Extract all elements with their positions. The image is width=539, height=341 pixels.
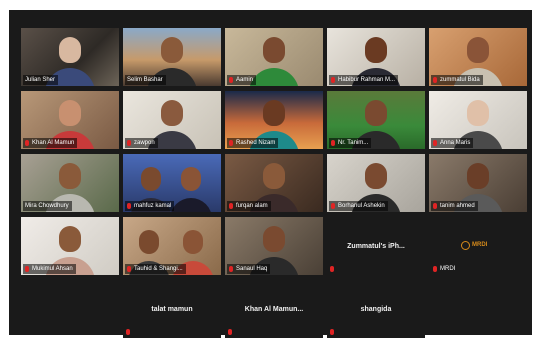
muted-mic-icon bbox=[433, 203, 437, 209]
participant-tile[interactable]: Nr. Tanim... bbox=[327, 91, 425, 149]
participant-tile-video-off[interactable]: talat mamun bbox=[123, 280, 221, 338]
muted-mic-icon bbox=[331, 77, 335, 83]
participant-tile-video-off[interactable]: Khan Al Mamun... bbox=[225, 280, 323, 338]
participant-name-label: MRDI bbox=[431, 264, 458, 274]
participant-name-label: Mukimul Ahsan bbox=[23, 264, 76, 274]
participant-tile[interactable]: Rashed Nizam bbox=[225, 91, 323, 149]
muted-mic-icon bbox=[330, 266, 334, 272]
participant-name-label: Aamin bbox=[227, 75, 257, 85]
muted-mic-icon bbox=[127, 203, 131, 209]
participant-tile[interactable]: tanim ahmed bbox=[429, 154, 527, 212]
participant-name-centered: talat mamun bbox=[151, 305, 193, 313]
muted-mic-icon bbox=[127, 266, 131, 272]
participant-tile[interactable]: zawpon bbox=[123, 91, 221, 149]
participant-tile[interactable]: Habibur Rahman M... bbox=[327, 28, 425, 86]
muted-mic-icon bbox=[330, 329, 334, 335]
participant-tile-video-off[interactable]: shangida bbox=[327, 280, 425, 338]
muted-mic-icon bbox=[331, 203, 335, 209]
muted-mic-icon bbox=[433, 77, 437, 83]
participant-name-label: zawpon bbox=[125, 138, 158, 148]
participant-name-centered: Khan Al Mamun... bbox=[244, 305, 304, 313]
participant-name-label: tanim ahmed bbox=[431, 201, 478, 211]
participant-name-label: Julian Sher bbox=[23, 75, 59, 85]
participant-name-label: furqan alam bbox=[227, 201, 271, 211]
participant-name-label: Anna Maris bbox=[431, 138, 474, 148]
participant-name-label: Khan Al Mamun bbox=[23, 138, 78, 148]
participant-name-centered: Zummatul's iPh... bbox=[347, 242, 405, 250]
muted-mic-icon bbox=[433, 140, 437, 146]
participant-tile[interactable]: Aamin bbox=[225, 28, 323, 86]
participant-tile-video-off[interactable]: MRDI MRDI bbox=[429, 217, 527, 275]
participant-tile[interactable]: Julian Sher bbox=[21, 28, 119, 86]
participant-tile[interactable]: Mira Chowdhury bbox=[21, 154, 119, 212]
participant-tile[interactable]: mahfuz kamal bbox=[123, 154, 221, 212]
participant-name-label: Selim Bashar bbox=[125, 75, 166, 85]
participant-name-label: Rashed Nizam bbox=[227, 138, 279, 148]
muted-mic-icon bbox=[229, 203, 233, 209]
participant-tile[interactable]: furqan alam bbox=[225, 154, 323, 212]
mrdi-logo: MRDI bbox=[461, 239, 495, 251]
participant-name-label: mahfuz kamal bbox=[125, 201, 175, 211]
participant-tile[interactable]: Khan Al Mamun bbox=[21, 91, 119, 149]
participant-tile[interactable]: zummatul Bida bbox=[429, 28, 527, 86]
muted-mic-icon bbox=[229, 140, 233, 146]
muted-mic-icon bbox=[25, 140, 29, 146]
participant-tile-active-speaker[interactable]: Selim Bashar bbox=[123, 28, 221, 86]
participant-name-label: zummatul Bida bbox=[431, 75, 483, 85]
muted-mic-icon bbox=[25, 266, 29, 272]
participant-tile-video-off[interactable]: Zummatul's iPh... bbox=[327, 217, 425, 275]
participant-name-label: Borhanul Ashekin bbox=[329, 201, 388, 211]
muted-mic-icon bbox=[229, 266, 233, 272]
participant-tile[interactable]: Tauhid & Shangi... bbox=[123, 217, 221, 275]
participant-name-label: Sanaul Haq bbox=[227, 264, 271, 274]
participant-tile[interactable]: Anna Maris bbox=[429, 91, 527, 149]
muted-mic-icon bbox=[331, 140, 335, 146]
participant-name-label: Tauhid & Shangi... bbox=[125, 264, 186, 274]
participant-name-label: Habibur Rahman M... bbox=[329, 75, 399, 85]
participant-tile[interactable]: Sanaul Haq bbox=[225, 217, 323, 275]
video-gallery: Julian Sher Selim Bashar Aamin Habibur R… bbox=[9, 10, 532, 338]
participant-tile[interactable]: Borhanul Ashekin bbox=[327, 154, 425, 212]
participant-name-label: Mira Chowdhury bbox=[23, 201, 72, 211]
muted-mic-icon bbox=[228, 329, 232, 335]
participant-name-label: Nr. Tanim... bbox=[329, 138, 372, 148]
muted-mic-icon bbox=[229, 77, 233, 83]
muted-mic-icon bbox=[433, 266, 437, 272]
muted-mic-icon bbox=[126, 329, 130, 335]
muted-mic-icon bbox=[127, 140, 131, 146]
participant-tile[interactable]: Mukimul Ahsan bbox=[21, 217, 119, 275]
participant-name-centered: shangida bbox=[360, 305, 392, 313]
